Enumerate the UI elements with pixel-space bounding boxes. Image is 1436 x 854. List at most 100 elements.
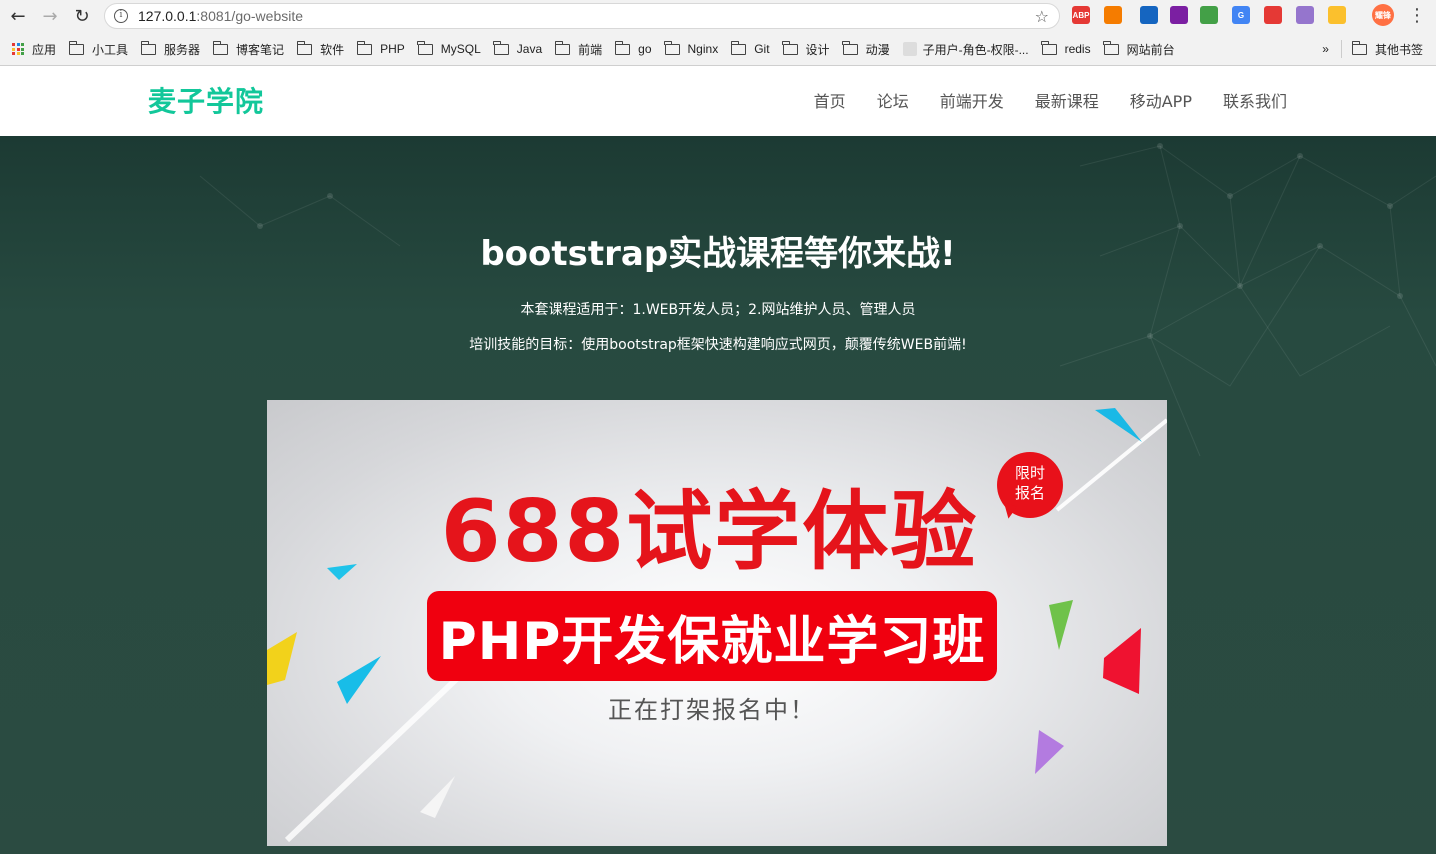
bookmark-item[interactable]: 服务器 (140, 40, 201, 58)
yellow-shard (267, 632, 297, 685)
folder-icon (842, 40, 858, 55)
menu-kebab-icon[interactable]: ⋮ (1408, 5, 1426, 27)
bookmark-apps[interactable]: 应用 (0, 41, 56, 58)
bookmark-label: Nginx (687, 42, 719, 56)
banner-subtitle: 正在打架报名中！ (608, 696, 816, 724)
bookmark-label: 软件 (320, 42, 345, 57)
folder-icon (417, 40, 433, 55)
bookmark-label: 服务器 (164, 42, 201, 57)
abp-extension-icon[interactable]: ABP (1072, 6, 1090, 24)
streak-right (1055, 418, 1167, 512)
nav-forum[interactable]: 论坛 (877, 88, 909, 112)
bookmark-label: redis (1064, 42, 1091, 56)
folder-icon (296, 40, 313, 55)
forward-icon[interactable]: → (39, 5, 61, 27)
bookmark-item[interactable]: redis (1041, 40, 1091, 56)
folder-icon (493, 40, 509, 55)
bookmark-item[interactable]: 前端 (554, 40, 602, 58)
bookmark-item[interactable]: 博客笔记 (212, 40, 284, 58)
bookmarks-bar: 应用 小工具 服务器 博客笔记 软件 PHP MySQL Java 前端 go Nginx Git 设计… (0, 33, 1436, 65)
folder-icon (356, 40, 373, 55)
site-logo[interactable]: 麦子学院 (148, 80, 264, 120)
nav-mobile-app[interactable]: 移动APP (1130, 88, 1192, 112)
folder-icon (664, 40, 680, 55)
bookmark-item[interactable]: PHP (356, 40, 405, 56)
limited-time-badge: 限时 报名 (997, 452, 1063, 518)
bookmark-item[interactable]: Java (493, 40, 543, 56)
bookmark-item[interactable]: 小工具 (68, 40, 129, 58)
green-shard (1049, 600, 1073, 650)
bookmark-label: Git (754, 42, 770, 56)
red-shard (1103, 628, 1141, 694)
banner-headline: 688试学体验 (440, 482, 979, 582)
promo-banner[interactable]: 限时 报名 688试学体验 PHP开发保就业学习班 正在打架报名中！ (267, 400, 1167, 846)
cyan-plane (337, 656, 381, 704)
folder-icon (212, 40, 229, 55)
bookmark-label: Java (516, 42, 543, 56)
bookmark-label: go (638, 42, 652, 56)
more-bookmarks-button[interactable]: » (1322, 42, 1329, 56)
color-extension-icon[interactable] (1328, 6, 1346, 24)
bookmark-item[interactable]: 软件 (296, 40, 345, 58)
bookmark-item[interactable]: 网站前台 (1103, 40, 1175, 58)
hero-title: bootstrap实战课程等你来战! (480, 234, 956, 274)
bookmark-item[interactable]: Nginx (664, 40, 719, 56)
other-bookmarks[interactable]: 其他书签 (1351, 40, 1423, 58)
banner-red-bar: PHP开发保就业学习班 (427, 591, 997, 681)
folder-icon (782, 40, 798, 55)
arrow-extension-icon[interactable] (1104, 6, 1122, 24)
gitlab-extension-icon[interactable] (1296, 6, 1314, 24)
pen-extension-icon[interactable] (1140, 6, 1158, 24)
page-favicon-icon (902, 42, 917, 56)
url-path: :8081/go-website (196, 8, 304, 24)
banner-bar-text: PHP开发保就业学习班 (438, 611, 986, 672)
bookmark-label: MySQL (440, 42, 481, 56)
hero-section: bootstrap实战课程等你来战! 本套课程适用于：1.WEB开发人员；2.网… (0, 136, 1436, 854)
bookmark-label: 小工具 (92, 42, 129, 57)
address-bar[interactable]: i 127.0.0.1:8081/go-website ☆ (104, 3, 1060, 29)
bookmark-item[interactable]: 动漫 (842, 40, 890, 58)
cyan-shard-left (327, 564, 357, 580)
nav-home[interactable]: 首页 (814, 88, 846, 112)
folder-icon (1103, 40, 1119, 55)
url-host: 127.0.0.1 (138, 8, 197, 24)
badge-line1: 限时 (1014, 464, 1045, 482)
main-nav: 首页 论坛 前端开发 最新课程 移动APP 联系我们 (783, 88, 1287, 112)
site-info-icon[interactable]: i (114, 9, 128, 23)
white-plane (420, 776, 455, 818)
address-row: ← → ↻ i 127.0.0.1:8081/go-website ☆ ABP G… (0, 0, 1436, 33)
bookmark-label: 动漫 (865, 42, 890, 57)
bookmarks-separator (1340, 40, 1342, 58)
nav-latest-courses[interactable]: 最新课程 (1035, 88, 1099, 112)
profile-avatar-icon[interactable]: 耀锋 (1372, 4, 1394, 26)
url-text[interactable]: 127.0.0.1:8081/go-website (138, 8, 303, 24)
other-bookmarks-label: 其他书签 (1374, 42, 1423, 57)
bookmark-item[interactable]: Git (730, 40, 770, 56)
nav-frontend[interactable]: 前端开发 (940, 88, 1004, 112)
folder-icon (1041, 40, 1057, 55)
back-icon[interactable]: ← (7, 5, 29, 27)
reload-icon[interactable]: ↻ (71, 5, 93, 27)
bookmark-item[interactable]: 设计 (782, 40, 830, 58)
translate-extension-icon[interactable]: G (1232, 6, 1250, 24)
badge-line2: 报名 (1014, 484, 1045, 502)
site-header: 麦子学院 首页 论坛 前端开发 最新课程 移动APP 联系我们 (0, 66, 1436, 136)
cyan-shard-top (1095, 408, 1142, 442)
browser-chrome: ← → ↻ i 127.0.0.1:8081/go-website ☆ ABP G… (0, 0, 1436, 66)
chrome-extension-icon[interactable] (1200, 6, 1218, 24)
bookmark-star-icon[interactable]: ☆ (1035, 7, 1049, 26)
folder-icon (730, 40, 747, 55)
bookmark-item[interactable]: go (614, 40, 652, 56)
nav-contact[interactable]: 联系我们 (1223, 88, 1287, 112)
folder-icon (1351, 40, 1367, 55)
folder-icon (554, 40, 571, 55)
bookmark-item[interactable]: MySQL (417, 40, 481, 56)
bookmark-label: PHP (380, 42, 405, 56)
bracket-extension-icon[interactable] (1170, 6, 1188, 24)
purple-shard (1035, 730, 1064, 774)
folder-icon (68, 40, 85, 55)
bookmark-item[interactable]: 子用户-角色-权限-... (902, 41, 1029, 58)
bookmark-label: 设计 (805, 42, 830, 57)
apps-grid-icon (12, 43, 24, 55)
image-extension-icon[interactable] (1264, 6, 1282, 24)
